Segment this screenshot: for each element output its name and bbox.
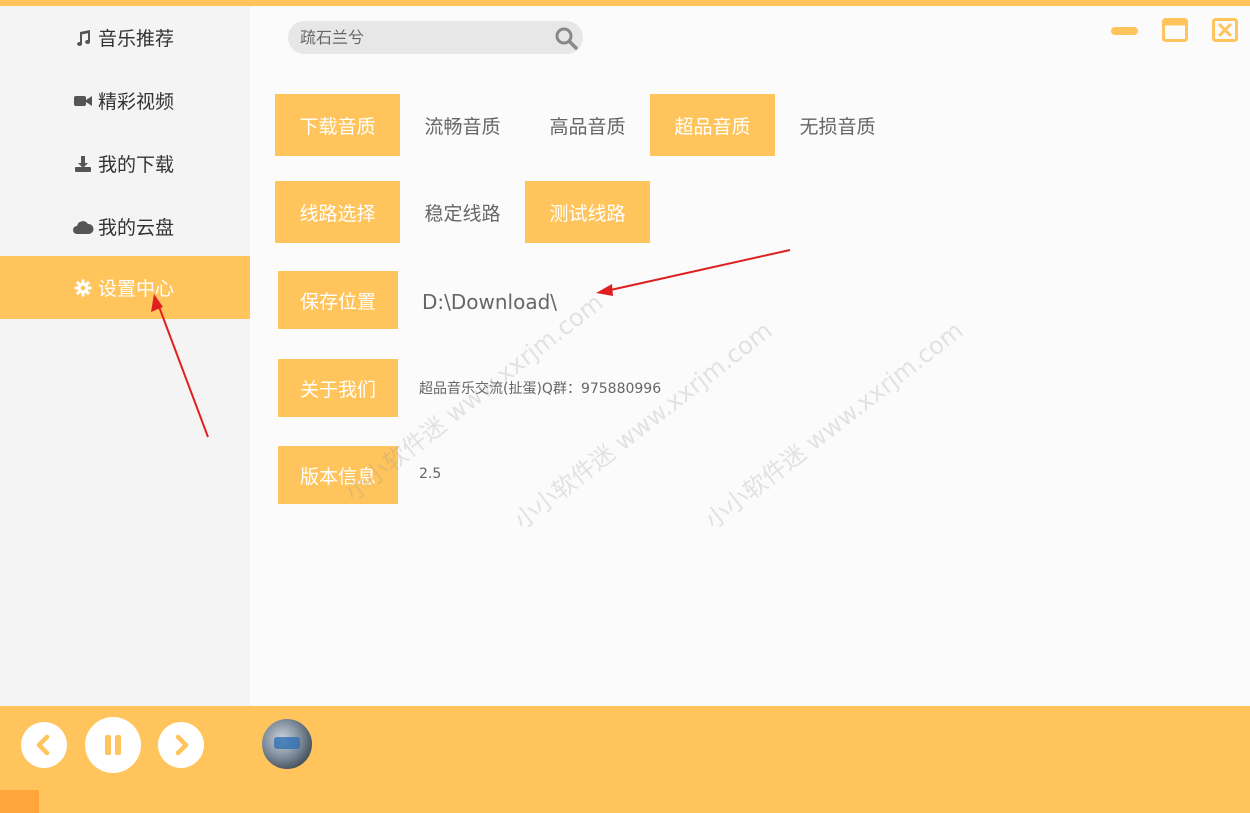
player-bar [0, 706, 1250, 813]
pause-button[interactable] [85, 717, 141, 773]
progress-indicator[interactable] [0, 790, 39, 813]
annotation-arrows [151, 249, 791, 438]
previous-button[interactable] [21, 722, 67, 768]
album-cover[interactable] [262, 719, 312, 769]
next-button[interactable] [158, 722, 204, 768]
